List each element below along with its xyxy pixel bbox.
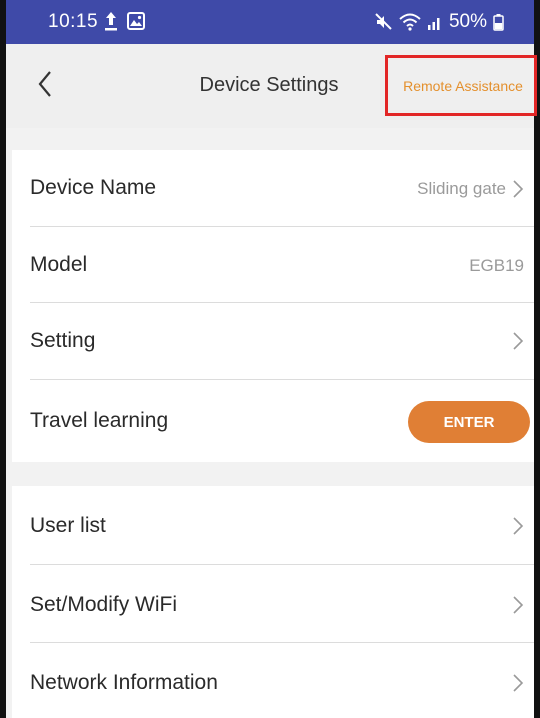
chevron-right-icon <box>513 517 524 535</box>
device-name-value: Sliding gate <box>417 179 506 198</box>
chevron-right-icon <box>513 332 524 350</box>
enter-button[interactable]: ENTER <box>408 401 530 443</box>
chevron-right-icon <box>513 674 524 692</box>
device-name-label: Device Name <box>30 176 157 199</box>
chevron-left-icon <box>38 71 51 97</box>
battery-percent: 50% <box>448 11 487 32</box>
user-list-label: User list <box>30 514 106 537</box>
device-name-row[interactable]: Device Name Sliding gate <box>12 150 534 227</box>
enter-label: ENTER <box>443 413 495 431</box>
status-right-group: 50% <box>375 11 504 33</box>
signal-icon <box>427 18 440 30</box>
status-bar: 10:15 50% <box>6 0 534 44</box>
travel-learning-label: Travel learning <box>30 409 169 432</box>
mute-icon <box>375 13 392 30</box>
travel-learning-row: Travel learning ENTER <box>12 380 534 462</box>
chevron-right-icon <box>513 596 524 614</box>
network-information-label: Network Information <box>30 671 218 694</box>
status-time: 10:15 <box>48 11 99 32</box>
battery-icon <box>493 14 504 31</box>
back-button[interactable] <box>28 64 64 104</box>
model-value: EGB19 <box>469 256 524 275</box>
model-label: Model <box>30 253 88 276</box>
remote-assistance-label: Remote Assistance <box>403 77 523 94</box>
device-settings-section: Device Name Sliding gate Model EGB19 Set… <box>12 150 534 462</box>
upload-icon <box>105 12 117 31</box>
remote-assistance-button[interactable]: Remote Assistance <box>385 55 537 116</box>
network-settings-section: User list Set/Modify WiFi Network Inform… <box>12 486 534 718</box>
user-list-row[interactable]: User list <box>12 486 534 564</box>
wifi-label: Set/Modify WiFi <box>30 593 178 616</box>
model-row: Model EGB19 <box>12 227 534 303</box>
app-frame: 10:15 50% Device Settings Remote Assista… <box>0 0 540 718</box>
chevron-right-icon <box>513 180 524 198</box>
header-bar: Device Settings Remote Assistance <box>6 44 537 128</box>
wifi-row[interactable]: Set/Modify WiFi <box>12 565 534 642</box>
setting-row[interactable]: Setting <box>12 303 534 379</box>
network-information-row[interactable]: Network Information <box>12 643 534 718</box>
wifi-icon <box>399 13 421 31</box>
page-title: Device Settings <box>199 74 339 96</box>
setting-label: Setting <box>30 329 96 352</box>
photo-icon <box>127 12 145 30</box>
